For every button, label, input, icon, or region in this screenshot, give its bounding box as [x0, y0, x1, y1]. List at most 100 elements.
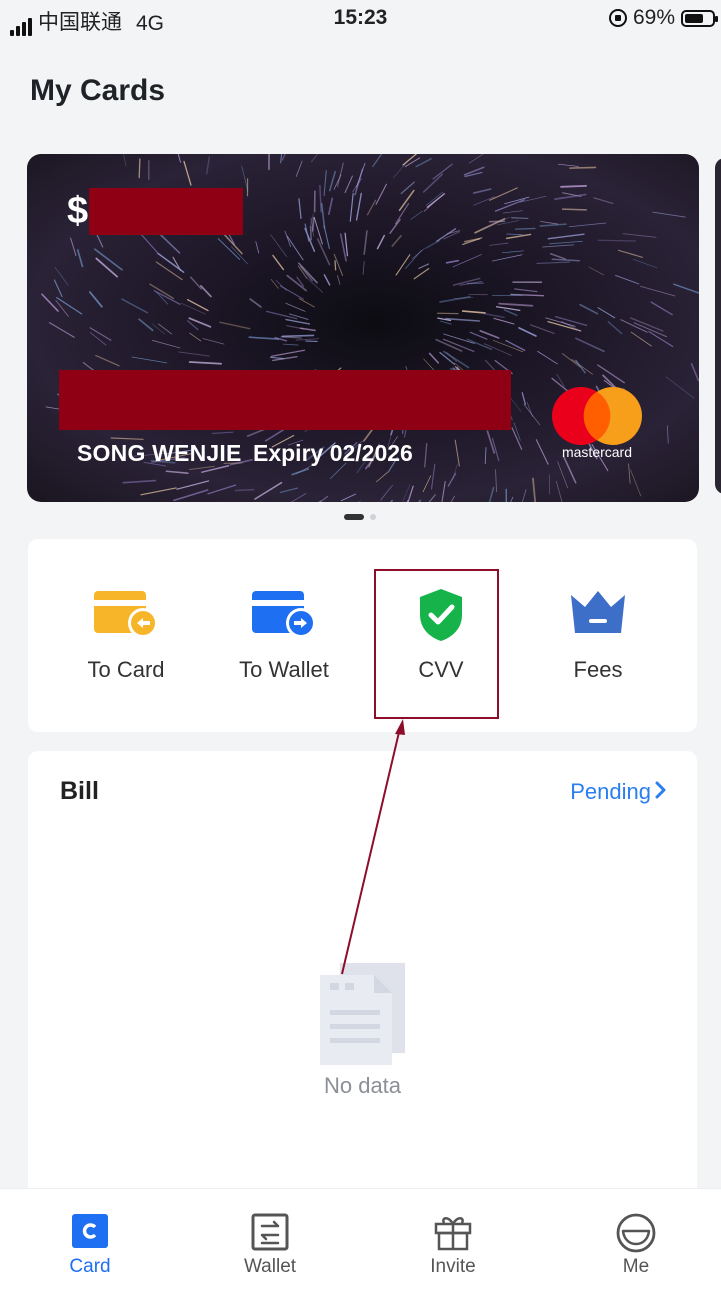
- gift-icon: [433, 1213, 473, 1256]
- card-bg-streak: [496, 470, 497, 492]
- card-bg-streak: [512, 218, 528, 219]
- to-wallet-label: To Wallet: [204, 657, 364, 683]
- card-bg-streak: [337, 276, 340, 285]
- card-bg-streak: [469, 154, 496, 163]
- card-bg-streak: [201, 286, 211, 297]
- card-bg-streak: [324, 275, 329, 285]
- card-bg-streak: [123, 481, 155, 483]
- card-bg-streak: [490, 188, 518, 200]
- card-bg-streak: [674, 284, 699, 296]
- to-card-label: To Card: [46, 657, 206, 683]
- card-pager: [344, 514, 376, 520]
- to-card-button[interactable]: To Card: [46, 539, 206, 732]
- card-bg-streak: [423, 476, 431, 492]
- to-wallet-button[interactable]: To Wallet: [204, 539, 364, 732]
- bill-title: Bill: [60, 777, 99, 806]
- card-bg-streak: [516, 228, 535, 229]
- status-bar: 中国联通 4G 15:23 69%: [0, 0, 721, 36]
- card-bg-streak: [299, 199, 301, 219]
- card-bg-streak: [414, 269, 429, 279]
- card-bg-streak: [152, 340, 180, 348]
- card-bg-streak: [350, 193, 353, 221]
- card-bg-streak: [519, 328, 536, 336]
- tab-wallet[interactable]: Wallet: [180, 1189, 360, 1297]
- card-bg-streak: [598, 308, 615, 318]
- card-bg-streak: [218, 239, 239, 260]
- card-bg-streak: [446, 496, 454, 502]
- tab-me[interactable]: Me: [546, 1189, 721, 1297]
- tab-invite[interactable]: Invite: [363, 1189, 543, 1297]
- card-bg-streak: [296, 339, 318, 340]
- tab-card[interactable]: Card: [0, 1189, 180, 1297]
- card-bg-streak: [558, 462, 568, 488]
- card-bg-streak: [558, 164, 578, 166]
- card-bg-streak: [496, 307, 519, 311]
- card-bg-streak: [379, 501, 392, 502]
- card-bg-streak: [505, 310, 517, 315]
- pending-link[interactable]: Pending: [570, 779, 667, 805]
- card-bg-streak: [378, 236, 385, 249]
- card-bg-streak: [188, 321, 198, 330]
- card-bg-streak: [631, 470, 641, 496]
- bill-section: Bill Pending No data: [28, 751, 697, 1201]
- card-bg-streak: [390, 220, 400, 234]
- card-bg-streak: [572, 359, 593, 374]
- pending-label: Pending: [570, 779, 651, 805]
- card-bg-streak: [484, 344, 511, 356]
- bank-card[interactable]: $ SONG WENJIE Expiry 02/2026 mastercard: [27, 154, 699, 502]
- card-bg-streak: [550, 241, 583, 243]
- card-bg-streak: [474, 197, 495, 205]
- card-bg-streak: [208, 485, 236, 494]
- card-bg-streak: [158, 253, 184, 272]
- tab-invite-label: Invite: [363, 1256, 543, 1278]
- tab-wallet-label: Wallet: [180, 1256, 360, 1278]
- card-bg-streak: [207, 157, 210, 174]
- card-bg-streak: [538, 351, 558, 364]
- card-holder-name: SONG WENJIE: [77, 440, 242, 467]
- card-bg-streak: [621, 320, 647, 333]
- empty-state-text: No data: [28, 1073, 697, 1099]
- card-bg-streak: [653, 212, 685, 217]
- card-bg-streak: [281, 337, 301, 338]
- chevron-right-icon: [655, 779, 667, 805]
- card-bg-streak: [337, 163, 343, 186]
- card-bg-streak: [271, 357, 284, 358]
- card-bg-streak: [324, 226, 329, 248]
- card-bg-streak: [335, 261, 336, 270]
- card-bg-streak: [634, 323, 666, 337]
- card-bg-streak: [334, 175, 341, 190]
- card-bg-streak: [551, 254, 565, 259]
- card-bg-streak: [90, 332, 106, 345]
- next-card-peek[interactable]: [715, 158, 721, 494]
- card-bg-streak: [305, 224, 309, 241]
- card-bg-streak: [345, 176, 352, 193]
- card-bg-streak: [556, 481, 564, 502]
- card-bg-streak: [507, 234, 523, 235]
- card-bg-streak: [90, 328, 111, 341]
- card-bg-streak: [543, 245, 574, 247]
- card-bg-streak: [139, 159, 140, 178]
- card-bg-streak: [249, 337, 278, 339]
- orientation-lock-icon: [609, 9, 627, 27]
- card-bg-streak: [448, 473, 455, 486]
- fees-button[interactable]: Fees: [518, 539, 678, 732]
- card-bg-streak: [220, 322, 250, 328]
- card-bg-streak: [158, 324, 171, 334]
- card-bg-streak: [356, 163, 365, 187]
- card-bg-streak: [629, 464, 630, 484]
- card-bg-streak: [381, 485, 393, 500]
- card-bg-streak: [533, 478, 535, 501]
- card-bg-streak: [419, 264, 429, 269]
- card-bg-streak: [121, 154, 126, 166]
- mastercard-logo: mastercard: [547, 386, 647, 464]
- card-bg-streak: [329, 198, 332, 214]
- card-bg-streak: [203, 338, 224, 344]
- card-bg-streak: [631, 318, 663, 331]
- card-bg-streak: [289, 314, 308, 319]
- cvv-highlight-box: [374, 569, 499, 719]
- card-bg-streak: [552, 259, 579, 261]
- card-bg-streak: [618, 250, 642, 257]
- empty-document-icon: [318, 961, 408, 1072]
- card-bg-streak: [283, 335, 314, 336]
- card-bg-streak: [283, 344, 298, 345]
